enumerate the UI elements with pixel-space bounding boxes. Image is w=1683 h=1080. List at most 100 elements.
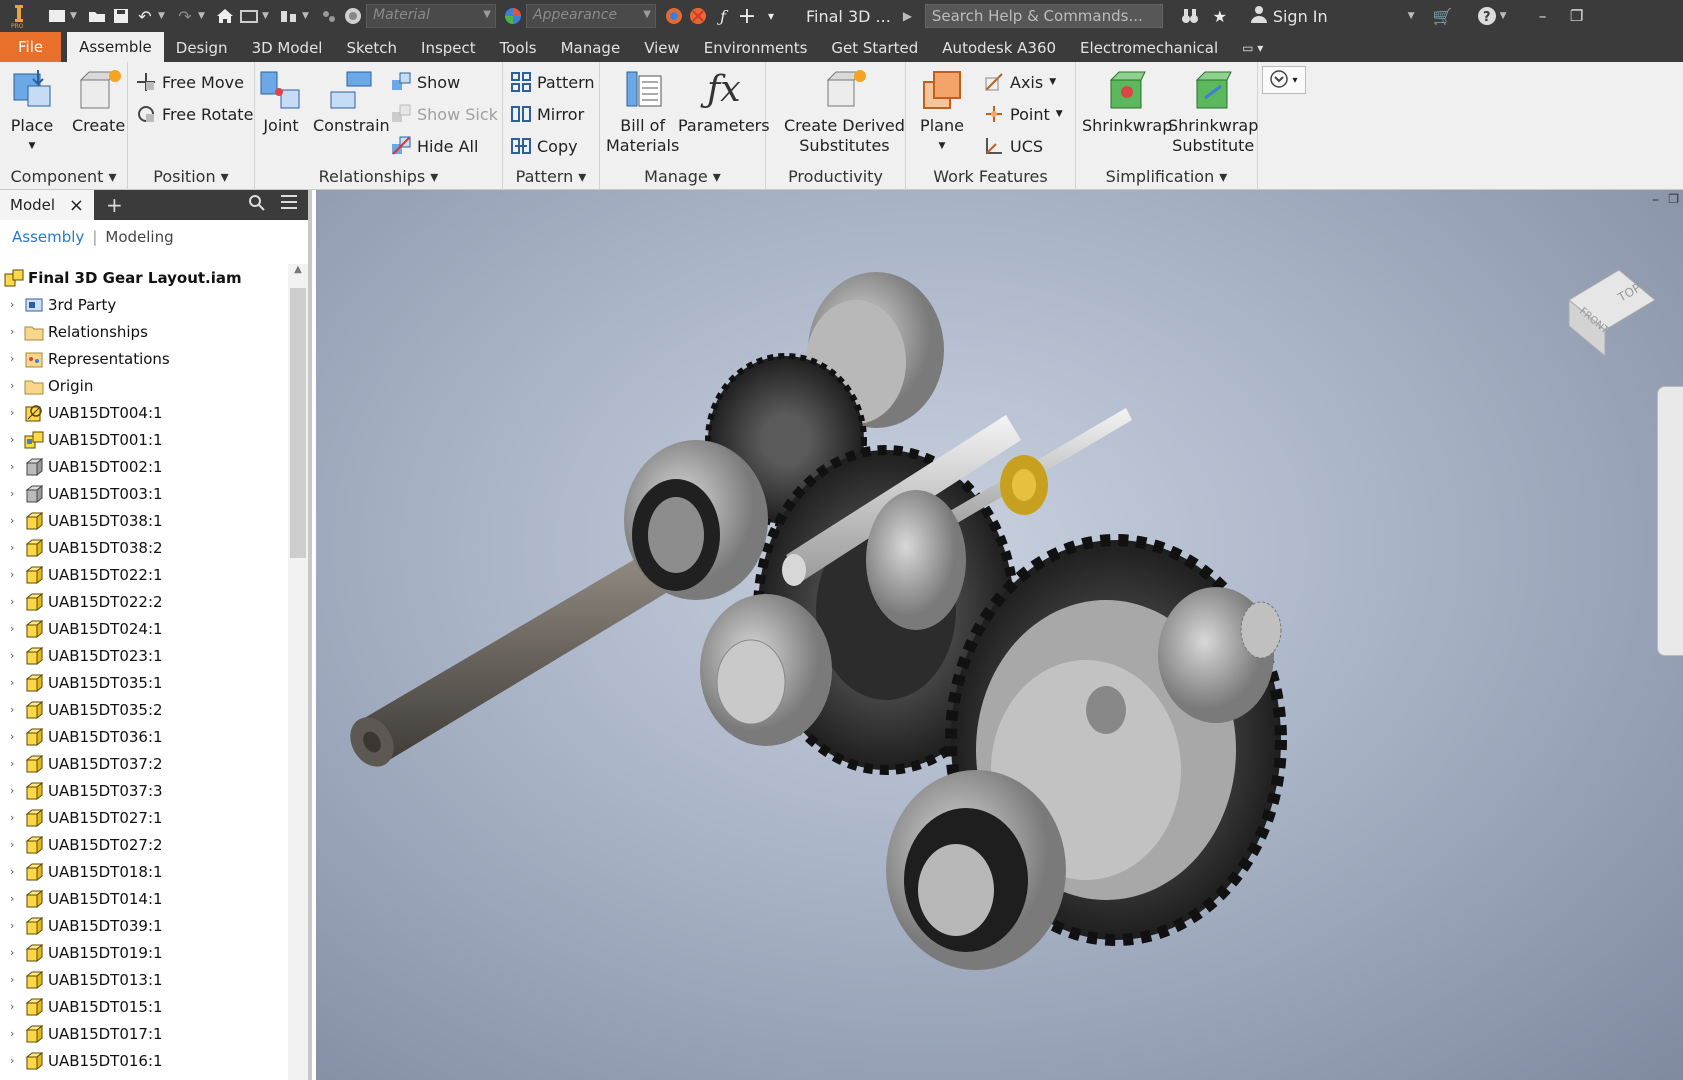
- tree-node[interactable]: › UAB15DT035:2: [0, 696, 163, 723]
- shrinkwrap-substitute-button[interactable]: Shrinkwrap Substitute: [1168, 68, 1258, 156]
- viewport-restore-icon[interactable]: ❐: [1668, 192, 1679, 206]
- navigation-bar[interactable]: [1657, 386, 1683, 656]
- tree-node[interactable]: › UAB15DT037:2: [0, 750, 163, 777]
- tree-node[interactable]: › UAB15DT037:3: [0, 777, 163, 804]
- redo-dropdown-icon[interactable]: ▼: [198, 11, 208, 21]
- expand-chevron-icon[interactable]: ›: [10, 1054, 22, 1067]
- open-icon[interactable]: [86, 5, 108, 27]
- redo-icon[interactable]: ↷: [174, 5, 196, 27]
- component-panel-title[interactable]: Component ▾: [0, 167, 127, 186]
- expand-chevron-icon[interactable]: ›: [10, 676, 22, 689]
- close-icon[interactable]: ×: [69, 195, 84, 216]
- expand-chevron-icon[interactable]: ›: [10, 892, 22, 905]
- expand-chevron-icon[interactable]: ›: [10, 649, 22, 662]
- tab-autodesk-a360[interactable]: Autodesk A360: [930, 34, 1068, 62]
- expand-chevron-icon[interactable]: ›: [10, 865, 22, 878]
- sign-in-dropdown-icon[interactable]: ▼: [1408, 11, 1418, 21]
- point-button[interactable]: Point ▼: [984, 104, 1063, 124]
- measure-icon[interactable]: [278, 5, 300, 27]
- tab-get-started[interactable]: Get Started: [819, 34, 930, 62]
- gearbox-3d-model[interactable]: [316, 190, 1683, 1080]
- differential-bearing-front[interactable]: [886, 770, 1066, 970]
- scroll-up-icon[interactable]: ▲: [288, 264, 308, 275]
- expand-chevron-icon[interactable]: ›: [10, 433, 22, 446]
- mode-modeling-link[interactable]: Modeling: [105, 228, 173, 246]
- expand-chevron-icon[interactable]: ›: [10, 1000, 22, 1013]
- expand-chevron-icon[interactable]: ›: [10, 298, 22, 311]
- expand-chevron-icon[interactable]: ›: [10, 946, 22, 959]
- expand-chevron-icon[interactable]: ›: [10, 730, 22, 743]
- tree-node[interactable]: › Representations: [0, 345, 170, 372]
- panel-overflow-button[interactable]: ▾: [1262, 66, 1306, 94]
- tree-node[interactable]: › UAB15DT035:1: [0, 669, 163, 696]
- tree-node[interactable]: › Origin: [0, 372, 93, 399]
- tree-node[interactable]: › UAB15DT014:1: [0, 885, 163, 912]
- tree-node[interactable]: › UAB15DT036:1: [0, 723, 163, 750]
- drawing-dropdown-icon[interactable]: ▼: [262, 11, 272, 21]
- expand-chevron-icon[interactable]: ›: [10, 487, 22, 500]
- home-icon[interactable]: [214, 5, 236, 27]
- restore-icon[interactable]: ❐: [1560, 7, 1594, 25]
- hide-all-button[interactable]: Hide All: [391, 136, 478, 156]
- point-dropdown-icon[interactable]: ▼: [1056, 109, 1063, 119]
- mirror-button[interactable]: Mirror: [511, 104, 584, 124]
- expand-chevron-icon[interactable]: ›: [10, 514, 22, 527]
- mode-assembly-link[interactable]: Assembly: [12, 228, 84, 246]
- expand-chevron-icon[interactable]: ›: [10, 811, 22, 824]
- browser-scroll-thumb[interactable]: [290, 288, 306, 558]
- create-derived-substitutes-button[interactable]: Create Derived Substitutes: [784, 68, 905, 156]
- material-combo[interactable]: Material ▼: [366, 4, 496, 28]
- help-dropdown-icon[interactable]: ▼: [1500, 11, 1510, 21]
- expand-chevron-icon[interactable]: ›: [10, 406, 22, 419]
- tree-root[interactable]: Final 3D Gear Layout.iam: [0, 264, 242, 291]
- save-icon[interactable]: [110, 5, 132, 27]
- tree-node[interactable]: › UAB15DT038:1: [0, 507, 163, 534]
- tree-node[interactable]: › Relationships: [0, 318, 148, 345]
- tab-tools[interactable]: Tools: [488, 34, 549, 62]
- tree-node[interactable]: › UAB15DT027:2: [0, 831, 163, 858]
- select-priority-icon[interactable]: [318, 5, 340, 27]
- tab-environments[interactable]: Environments: [692, 34, 820, 62]
- tab-sketch[interactable]: Sketch: [334, 34, 409, 62]
- app-logo-icon[interactable]: PRO: [4, 1, 34, 31]
- minimize-icon[interactable]: –: [1526, 7, 1560, 25]
- appearance-ball-icon[interactable]: [502, 5, 524, 27]
- tree-node[interactable]: › UAB15DT003:1: [0, 480, 163, 507]
- tree-node[interactable]: › UAB15DT022:2: [0, 588, 163, 615]
- expand-chevron-icon[interactable]: ›: [10, 919, 22, 932]
- manage-panel-title[interactable]: Manage ▾: [600, 167, 765, 186]
- expand-chevron-icon[interactable]: ›: [10, 838, 22, 851]
- ucs-button[interactable]: UCS: [984, 136, 1043, 156]
- joint-button[interactable]: Joint: [259, 68, 303, 136]
- tree-node[interactable]: › UAB15DT017:1: [0, 1020, 163, 1047]
- new-icon[interactable]: [46, 5, 68, 27]
- viewport-minimize-icon[interactable]: –: [1652, 192, 1659, 208]
- plane-dropdown-icon[interactable]: ▼: [939, 136, 946, 156]
- parameters-button[interactable]: ƒx Parameters: [678, 68, 770, 136]
- front-bearing[interactable]: [700, 594, 832, 746]
- tree-node[interactable]: › UAB15DT022:1: [0, 561, 163, 588]
- expand-chevron-icon[interactable]: ›: [10, 622, 22, 635]
- tree-node[interactable]: › UAB15DT024:1: [0, 615, 163, 642]
- plus-icon[interactable]: +: [736, 4, 758, 29]
- tree-node[interactable]: › UAB15DT016:1: [0, 1047, 163, 1074]
- adjust-appearance-icon[interactable]: [664, 5, 686, 27]
- pattern-button[interactable]: Pattern: [511, 72, 595, 92]
- help-icon[interactable]: ?: [1476, 5, 1498, 27]
- cart-icon[interactable]: 🛒: [1432, 5, 1454, 27]
- measure-dropdown-icon[interactable]: ▼: [302, 11, 312, 21]
- tree-node[interactable]: › UAB15DT001:1: [0, 426, 163, 453]
- place-button[interactable]: Place ▼: [10, 68, 54, 156]
- tree-node[interactable]: › UAB15DT018:1: [0, 858, 163, 885]
- pattern-panel-title[interactable]: Pattern ▾: [503, 167, 599, 186]
- tab-assemble[interactable]: Assemble: [67, 32, 164, 62]
- graphics-viewport[interactable]: TOP FRONT – ❐: [316, 190, 1683, 1080]
- undo-icon[interactable]: ↶: [134, 5, 156, 27]
- tree-node[interactable]: › UAB15DT019:1: [0, 939, 163, 966]
- new-dropdown-icon[interactable]: ▼: [70, 11, 80, 21]
- tree-node[interactable]: › UAB15DT027:1: [0, 804, 163, 831]
- binoculars-icon[interactable]: [1179, 5, 1201, 27]
- customize-qat-icon[interactable]: ▾: [760, 5, 782, 27]
- expand-chevron-icon[interactable]: ›: [10, 784, 22, 797]
- place-dropdown-icon[interactable]: ▼: [29, 136, 36, 156]
